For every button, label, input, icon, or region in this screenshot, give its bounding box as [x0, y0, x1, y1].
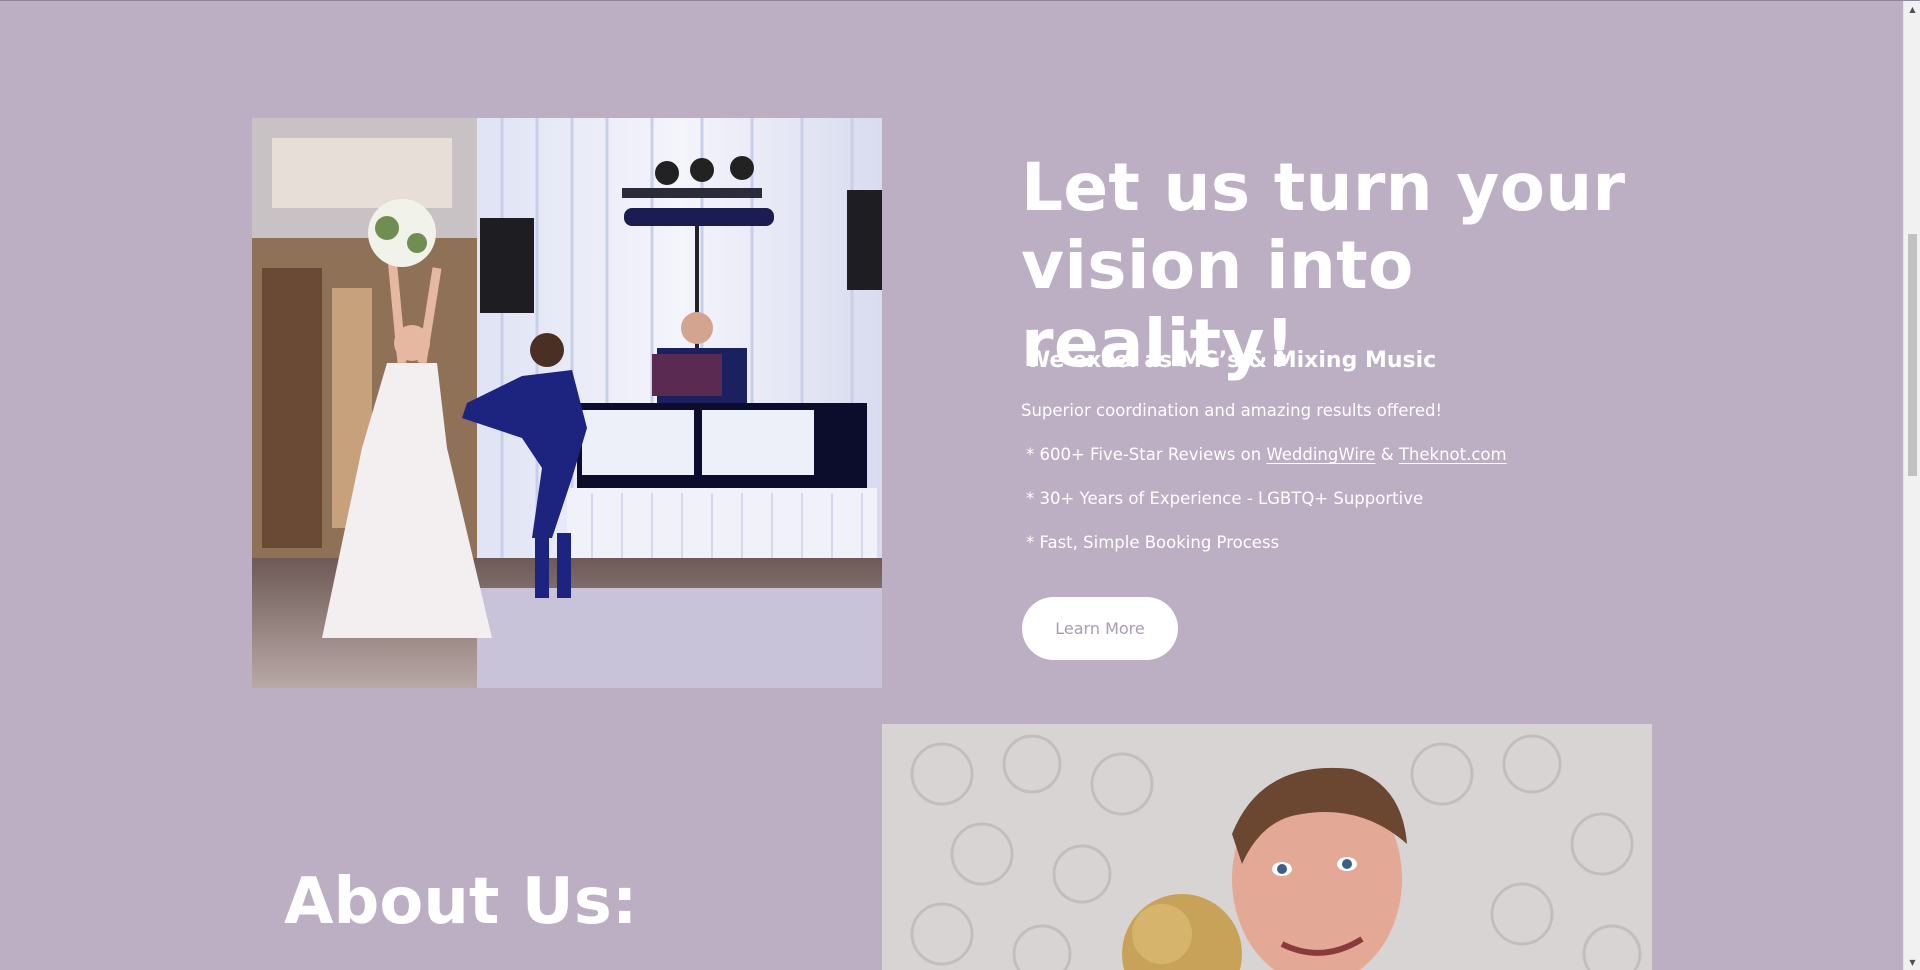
- bullet-amp-text: &: [1375, 445, 1399, 464]
- scroll-up-icon[interactable]: ▲: [1904, 1, 1920, 18]
- about-title: About Us:: [284, 865, 638, 939]
- bullet-reviews: * 600+ Five-Star Reviews on WeddingWire …: [1026, 445, 1507, 464]
- scroll-down-icon[interactable]: ▼: [1904, 954, 1920, 970]
- bullet-experience: * 30+ Years of Experience - LGBTQ+ Suppo…: [1026, 489, 1424, 508]
- scrollbar-thumb[interactable]: [1908, 234, 1917, 476]
- about-photo: [882, 724, 1652, 970]
- about-photo-illustration: [882, 724, 1652, 970]
- hero-photo-illustration: [252, 118, 882, 688]
- hero-tagline: Superior coordination and amazing result…: [1021, 401, 1443, 420]
- bullet-reviews-text: * 600+ Five-Star Reviews on: [1026, 445, 1267, 464]
- page-scrollbar[interactable]: ▲ ▼: [1903, 1, 1920, 970]
- hero-photo: [252, 118, 882, 688]
- theknot-link[interactable]: Theknot.com: [1399, 445, 1507, 464]
- hero-subtitle: We excel as MC’s & Mixing Music: [1026, 348, 1437, 373]
- page: Let us turn your vision into reality! We…: [0, 0, 1920, 970]
- bullet-booking: * Fast, Simple Booking Process: [1026, 533, 1280, 552]
- weddingwire-link[interactable]: WeddingWire: [1266, 445, 1375, 464]
- learn-more-button[interactable]: Learn More: [1022, 597, 1178, 660]
